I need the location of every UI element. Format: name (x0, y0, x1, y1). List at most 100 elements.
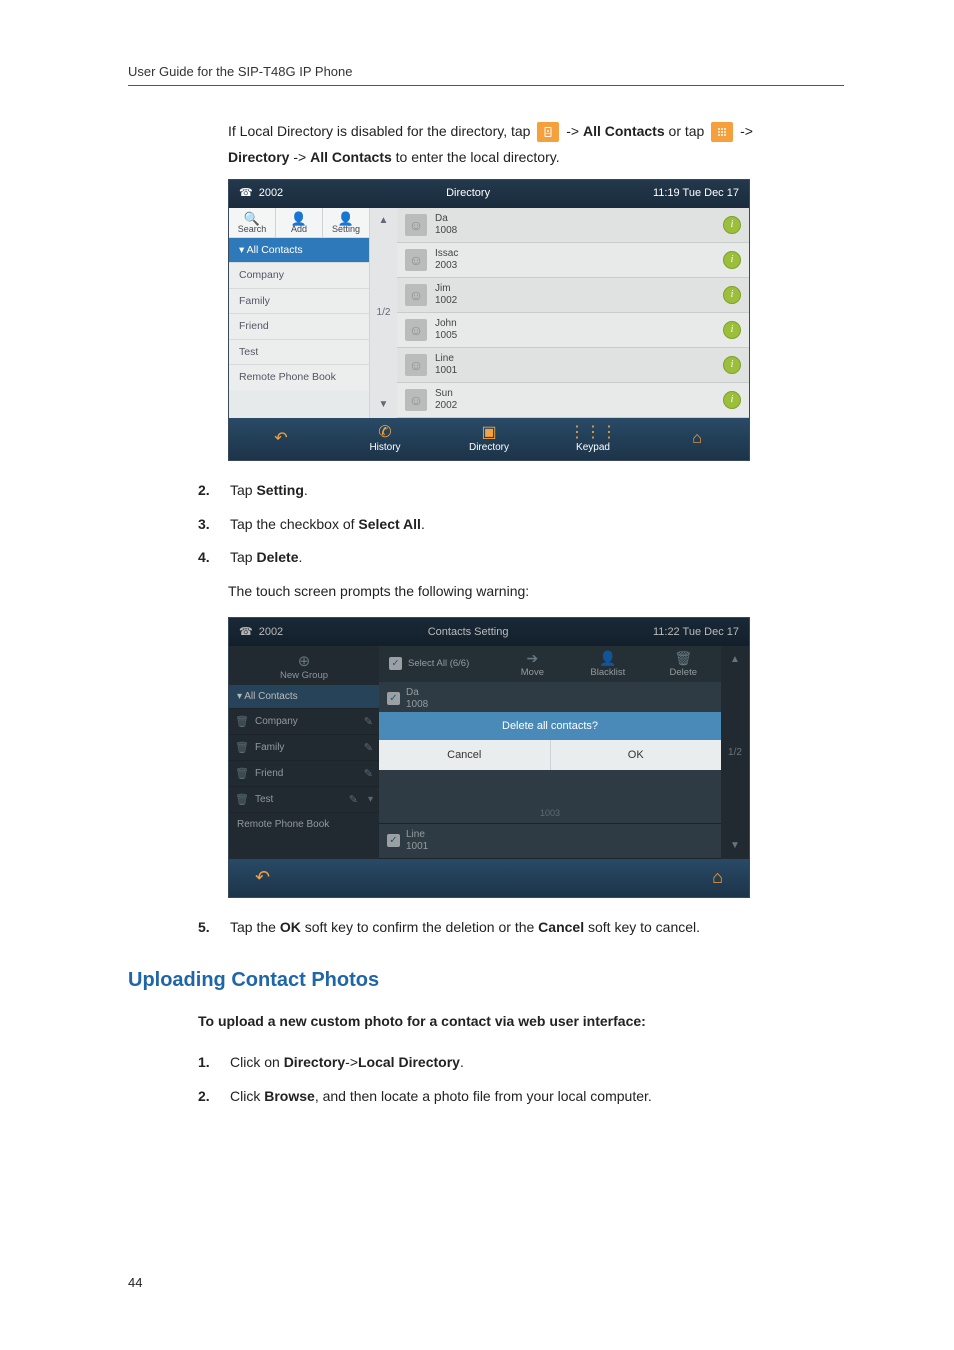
screen-title: Directory (446, 188, 490, 199)
info-icon[interactable]: i (723, 286, 741, 304)
step-text: Tap (230, 549, 256, 565)
group-item[interactable]: Remote Phone Book (229, 364, 369, 390)
history-softkey[interactable]: ✆History (333, 418, 437, 460)
scroll-down-icon[interactable]: ▼ (730, 840, 740, 851)
edit-icon[interactable]: ✎ (364, 741, 373, 754)
avatar-icon: ☺ (405, 214, 427, 236)
sidebar: 🔍Search 👤Add 👤Setting ▾ All Contacts Com… (229, 208, 369, 418)
directory-label: Directory (228, 149, 289, 165)
select-all-checkbox[interactable]: ✓Select All (6/6) (379, 646, 495, 682)
softkey-bar: ↶ ✆History ▣Directory ⋮⋮⋮Keypad ⌂ (229, 418, 749, 460)
home-icon[interactable]: ⌂ (712, 867, 723, 888)
label: All Contacts (247, 244, 303, 256)
contact-name: Sun (435, 388, 457, 400)
contact-row[interactable]: ☺John1005i (397, 313, 749, 348)
group-item[interactable]: Family (229, 288, 369, 314)
label: Friend (255, 768, 283, 779)
trash-icon: 🗑 (646, 650, 721, 667)
intro-paragraph: If Local Directory is disabled for the d… (228, 120, 844, 169)
avatar-icon: ☺ (405, 389, 427, 411)
new-group-button[interactable]: ⊕New Group (229, 646, 379, 685)
edit-icon[interactable]: ✎ (349, 793, 358, 806)
intro-text: -> (293, 149, 306, 165)
step-text: soft key to confirm the deletion or the (301, 919, 538, 935)
contact-row-partial: 1003 (379, 803, 721, 824)
back-icon[interactable]: ↶ (255, 867, 270, 888)
page-indicator: 1/2 (377, 308, 391, 318)
side-scrollbar[interactable]: ▲ 1/2 ▼ (369, 208, 397, 418)
step-bold: Cancel (538, 919, 584, 935)
label: Keypad (576, 443, 610, 453)
group-item[interactable]: Company (229, 262, 369, 288)
contact-row[interactable]: ☺Jim1002i (397, 278, 749, 313)
intro-text: -> (740, 123, 753, 139)
group-item[interactable]: 🗑Family✎ (229, 734, 379, 760)
info-icon[interactable]: i (723, 356, 741, 374)
info-icon[interactable]: i (723, 251, 741, 269)
move-button[interactable]: ➔Move (495, 646, 570, 682)
contact-number: 1001 (435, 365, 457, 377)
group-all-contacts[interactable]: ▾ All Contacts (229, 237, 369, 263)
delete-button[interactable]: 🗑Delete (646, 646, 721, 682)
scroll-up-icon[interactable]: ▲ (379, 216, 389, 226)
label: Setting (332, 224, 360, 234)
blacklist-button[interactable]: 👤Blacklist (570, 646, 645, 682)
info-icon[interactable]: i (723, 321, 741, 339)
extension: 2002 (259, 626, 283, 638)
intro-text: or tap (669, 123, 709, 139)
scrollbar[interactable]: ▲ 1/2 ▼ (721, 646, 749, 859)
check-icon: ✓ (389, 657, 402, 670)
trash-icon[interactable]: 🗑 (235, 767, 249, 780)
info-icon[interactable]: i (723, 216, 741, 234)
home-softkey[interactable]: ⌂ (645, 418, 749, 460)
contact-name: Issac (435, 248, 458, 260)
intro-text: -> (566, 123, 579, 139)
add-button[interactable]: 👤Add (276, 208, 323, 237)
status-bar: ☎2002 Contacts Setting 11:22 Tue Dec 17 (229, 618, 749, 646)
extension: 2002 (259, 188, 283, 199)
setting-button[interactable]: 👤Setting (323, 208, 369, 237)
contact-name: Da (406, 687, 419, 698)
edit-icon[interactable]: ✎ (364, 767, 373, 780)
search-button[interactable]: 🔍Search (229, 208, 276, 237)
contact-row[interactable]: ☺Issac2003i (397, 243, 749, 278)
step-text: Tap the (230, 919, 280, 935)
trash-icon[interactable]: 🗑 (235, 793, 249, 806)
step-text: . (421, 516, 425, 532)
trash-icon[interactable]: 🗑 (235, 741, 249, 754)
step-bold: Browse (264, 1088, 315, 1104)
back-softkey[interactable]: ↶ (229, 418, 333, 460)
contact-row[interactable]: ✓Line1001 (379, 824, 721, 859)
label: Remote Phone Book (237, 819, 329, 830)
scroll-up-icon[interactable]: ▲ (730, 654, 740, 665)
group-item[interactable]: Remote Phone Book (229, 812, 379, 836)
directory-softkey[interactable]: ▣Directory (437, 418, 541, 460)
contact-row[interactable]: ☺Da1008i (397, 208, 749, 243)
group-all-contacts[interactable]: ▾ All Contacts (229, 685, 379, 708)
chevron-down-icon[interactable]: ▾ (368, 794, 373, 805)
group-item[interactable]: Friend (229, 313, 369, 339)
cancel-button[interactable]: Cancel (379, 740, 551, 770)
step-number: 1. (198, 1051, 228, 1075)
trash-icon[interactable]: 🗑 (235, 715, 249, 728)
label: Delete (670, 667, 697, 678)
page-number: 44 (128, 1275, 142, 1290)
ok-button[interactable]: OK (551, 740, 722, 770)
intro-text: If Local Directory is disabled for the d… (228, 123, 534, 139)
page-indicator: 1/2 (728, 747, 742, 758)
scroll-down-icon[interactable]: ▼ (379, 400, 389, 410)
group-item[interactable]: 🗑Company✎ (229, 708, 379, 734)
status-bar: ☎2002 Directory 11:19 Tue Dec 17 (229, 180, 749, 208)
group-item[interactable]: 🗑 Friend ✎ (229, 760, 379, 786)
history-icon: ✆ (378, 425, 391, 441)
screenshot-delete-confirm: ☎2002 Contacts Setting 11:22 Tue Dec 17 … (228, 617, 750, 898)
group-item[interactable]: 🗑Test✎▾ (229, 786, 379, 812)
info-icon[interactable]: i (723, 391, 741, 409)
contact-row[interactable]: ☺Line1001i (397, 348, 749, 383)
contact-row[interactable]: ☺Sun2002i (397, 383, 749, 418)
edit-icon[interactable]: ✎ (364, 715, 373, 728)
group-item[interactable]: Test (229, 339, 369, 365)
step-item: 4.Tap Delete. (198, 546, 844, 570)
label: Move (521, 667, 544, 678)
keypad-softkey[interactable]: ⋮⋮⋮Keypad (541, 418, 645, 460)
